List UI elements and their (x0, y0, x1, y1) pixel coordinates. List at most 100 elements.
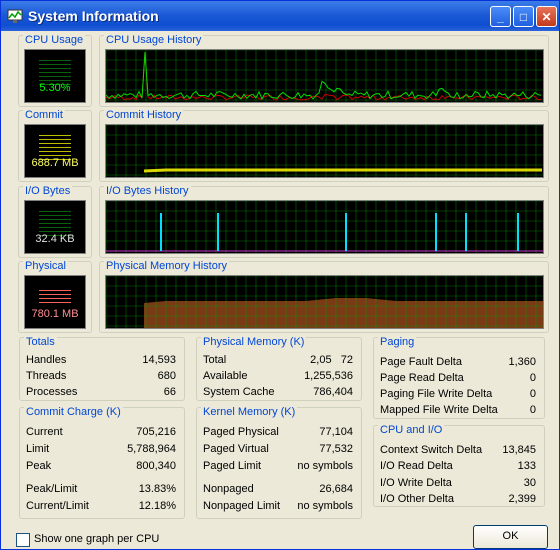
cpu-history-graph (105, 49, 544, 103)
paged-limit-value: no symbols (297, 460, 353, 472)
page-read-row: Page Read Delta 0 (380, 372, 536, 388)
handles-value: 14,593 (142, 354, 176, 366)
mapped-file-write-row: Mapped File Write Delta 0 (380, 404, 536, 420)
commit-current-label: Current (26, 426, 63, 438)
checkbox-label[interactable]: Show one graph per CPU (34, 533, 159, 545)
commit-peak-value: 800,340 (136, 460, 176, 472)
io-other-row: I/O Other Delta 2,399 (380, 493, 536, 509)
maximize-button[interactable]: □ (513, 6, 534, 27)
page-fault-value: 1,360 (508, 356, 536, 368)
context-switch-value: 13,845 (502, 444, 536, 456)
io-write-row: I/O Write Delta 30 (380, 477, 536, 493)
content-area: CPU Usage 5.30% CPU Usage History Commit… (4, 31, 556, 549)
peak-limit-row: Peak/Limit 13.83% (26, 483, 176, 499)
close-button[interactable]: ✕ (536, 6, 557, 27)
io-read-row: I/O Read Delta 133 (380, 460, 536, 476)
page-read-value: 0 (529, 372, 536, 384)
current-limit-row: Current/Limit 12.18% (26, 500, 176, 516)
page-read-label: Page Read Delta (380, 372, 464, 384)
commit-peak-label: Peak (26, 460, 52, 472)
nonpaged-limit-value: no symbols (297, 500, 353, 512)
threads-row: Threads 680 (26, 370, 176, 386)
paging-file-write-label: Paging File Write Delta (380, 388, 493, 400)
commit-peak-row: Peak 800,340 (26, 460, 176, 476)
phys-available-row: Available 1,255,536 (203, 370, 353, 386)
cpu-usage-value: 5.30% (39, 82, 71, 94)
paged-virtual-row: Paged Virtual 77,532 (203, 443, 353, 459)
phys-cache-value: 786,404 (313, 386, 353, 398)
title-bar[interactable]: System Information _ □ ✕ (1, 1, 559, 31)
paging-label: Paging (378, 336, 417, 348)
commit-value: 688.7 MB (31, 157, 79, 169)
checkbox-box[interactable] (16, 533, 30, 547)
cpu-history-svg (106, 50, 543, 102)
totals-label: Totals (24, 336, 57, 348)
physical-history-label: Physical Memory History (104, 260, 230, 272)
current-limit-label: Current/Limit (26, 500, 89, 512)
io-spikes (160, 213, 519, 251)
physical-group: Physical 780.1 MB (18, 260, 92, 333)
threads-label: Threads (26, 370, 67, 382)
commit-history-label: Commit History (104, 109, 184, 121)
handles-row: Handles 14,593 (26, 354, 176, 370)
physical-meter-bars (39, 290, 71, 304)
commit-current-value: 705,216 (136, 426, 176, 438)
cpu-grid (106, 50, 543, 102)
io-write-label: I/O Write Delta (380, 477, 452, 489)
io-write-value: 30 (523, 477, 536, 489)
physical-history-graph (105, 275, 544, 329)
page-fault-label: Page Fault Delta (380, 356, 462, 368)
commit-current-row: Current 705,216 (26, 426, 176, 442)
paged-virtual-label: Paged Virtual (203, 443, 269, 455)
physical-memory-label: Physical Memory (K) (201, 336, 307, 348)
io-history-group: I/O Bytes History (99, 185, 549, 258)
physical-history-svg (106, 276, 543, 328)
paged-physical-row: Paged Physical 77,104 (203, 426, 353, 442)
nonpaged-value: 26,684 (319, 483, 353, 495)
context-switch-label: Context Switch Delta (380, 444, 483, 456)
cpu-usage-label: CPU Usage (23, 34, 86, 46)
io-grid (106, 201, 543, 253)
io-history-svg (106, 201, 543, 253)
ok-button[interactable]: OK (473, 525, 548, 549)
paging-file-write-value: 0 (529, 388, 536, 400)
minimize-button[interactable]: _ (490, 6, 511, 27)
physical-memory-area (144, 298, 543, 328)
totals-group: Totals Handles 14,593 Threads 680 Processe… (19, 336, 185, 402)
io-read-value: 133 (517, 460, 536, 472)
handles-label: Handles (26, 354, 67, 366)
paged-limit-row: Paged Limit no symbols (203, 460, 353, 476)
paged-virtual-value: 77,532 (319, 443, 353, 455)
paged-limit-label: Paged Limit (203, 460, 262, 472)
cpu-usage-group: CPU Usage 5.30% (18, 34, 92, 107)
io-other-value: 2,399 (508, 493, 536, 505)
phys-cache-label: System Cache (203, 386, 275, 398)
commit-limit-label: Limit (26, 443, 50, 455)
paging-group: Paging Page Fault Delta 1,360 Page Read D… (373, 336, 545, 420)
io-bytes-meter: 32.4 KB (24, 200, 86, 254)
io-bytes-group: I/O Bytes 32.4 KB (18, 185, 92, 258)
processes-value: 66 (163, 386, 176, 398)
nonpaged-limit-row: Nonpaged Limit no symbols (203, 500, 353, 516)
close-icon: ✕ (541, 10, 552, 24)
cpu-io-label: CPU and I/O (378, 424, 445, 436)
io-history-graph (105, 200, 544, 254)
cpu-io-group: CPU and I/O Context Switch Delta 13,845 I… (373, 424, 545, 509)
commit-limit-row: Limit 5,788,964 (26, 443, 176, 459)
processes-label: Processes (26, 386, 78, 398)
nonpaged-limit-label: Nonpaged Limit (203, 500, 281, 512)
processes-row: Processes 66 (26, 386, 176, 402)
physical-value: 780.1 MB (31, 308, 79, 320)
cpu-history-group: CPU Usage History (99, 34, 549, 107)
physical-label: Physical (23, 260, 68, 272)
commit-history-group: Commit History (99, 109, 549, 182)
commit-line (143, 168, 542, 173)
io-read-label: I/O Read Delta (380, 460, 453, 472)
mapped-file-write-label: Mapped File Write Delta (380, 404, 498, 416)
peak-limit-value: 13.83% (138, 483, 176, 495)
phys-total-value: 2,05 72 (310, 354, 353, 366)
threads-value: 680 (157, 370, 176, 382)
phys-available-value: 1,255,536 (304, 370, 353, 382)
peak-limit-label: Peak/Limit (26, 483, 78, 495)
phys-total-row: Total 2,05 72 (203, 354, 353, 370)
